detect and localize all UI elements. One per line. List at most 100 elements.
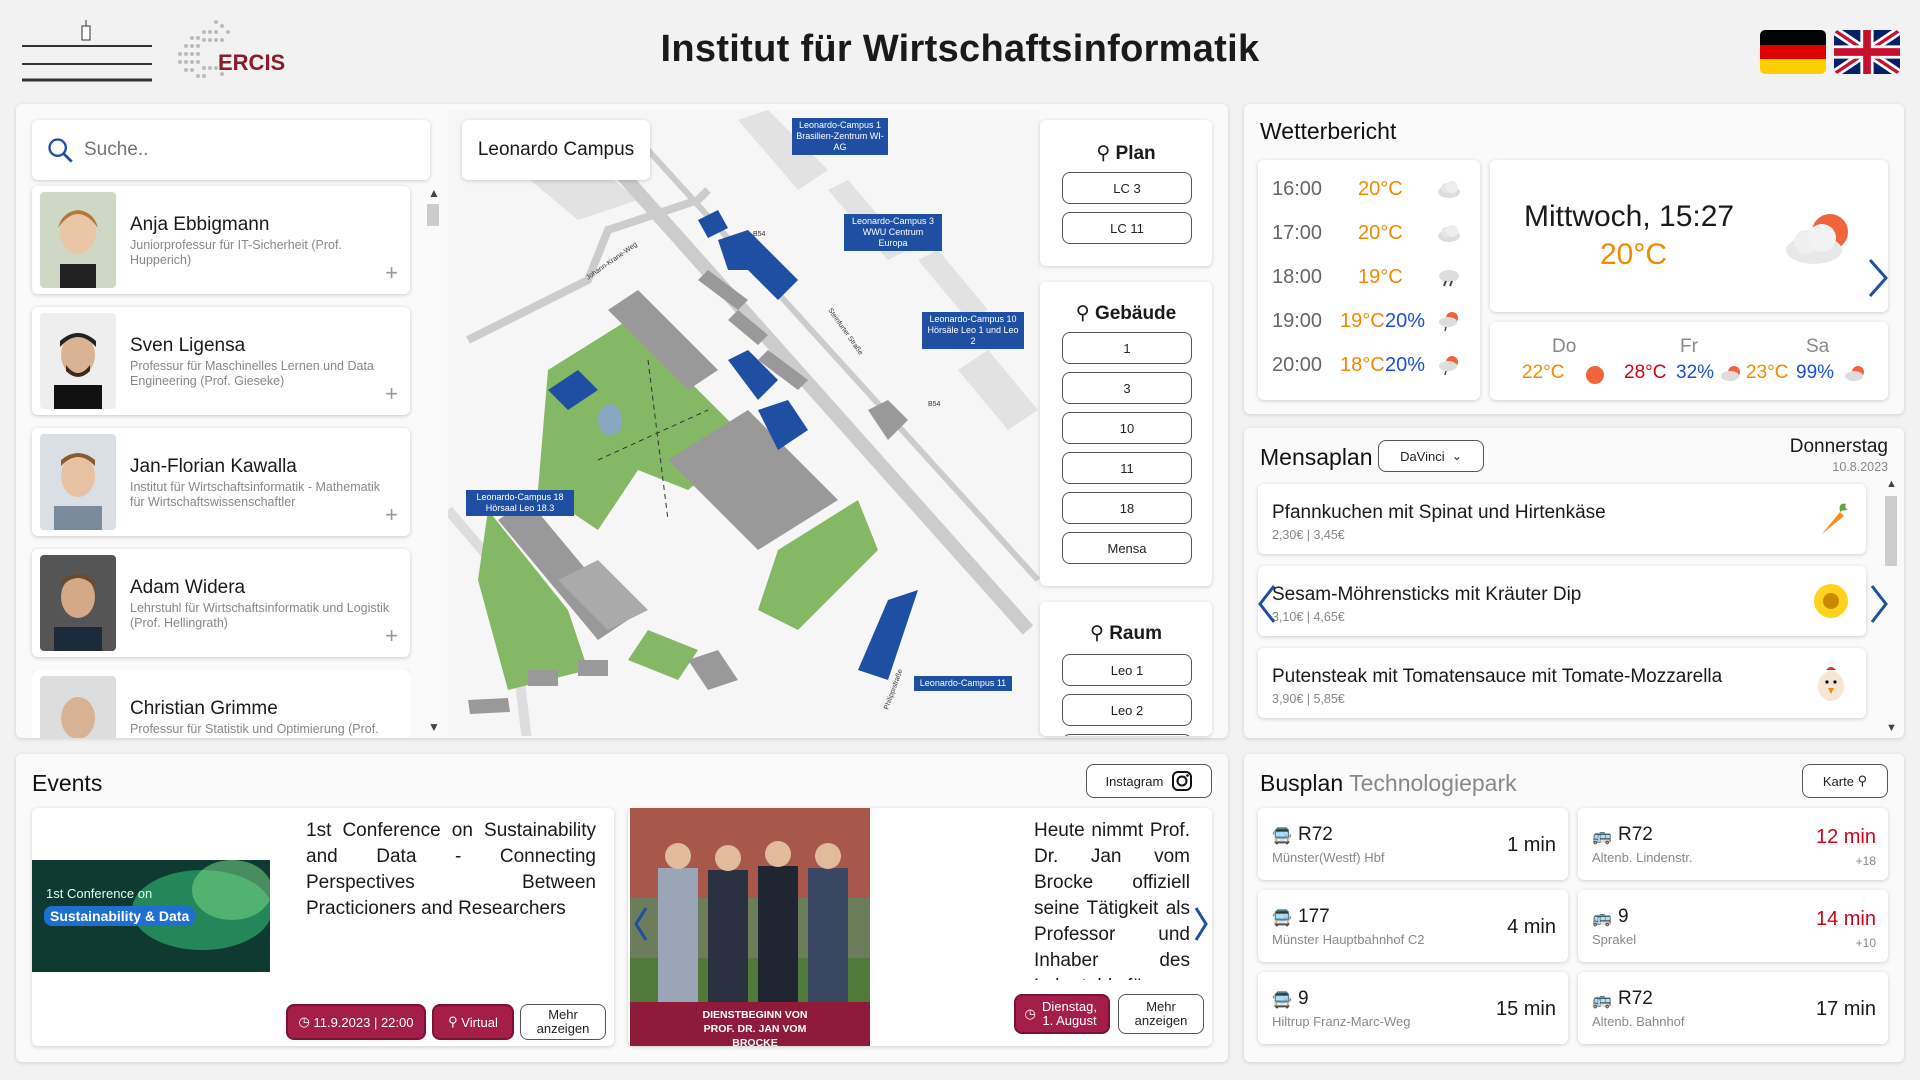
bus-stop: Altenb. Bahnhof [1592,1014,1685,1029]
person-card[interactable]: Christian Grimme Professur für Statistik… [32,670,410,738]
day-label: Fr [1680,336,1698,357]
room-title: ⚲ Raum [1090,623,1162,644]
meal-card[interactable]: Sesam-Möhrensticks mit Kräuter Dip 3,10€… [1258,566,1866,636]
bus-time: 12 min [1815,826,1876,848]
event-more-button[interactable]: Mehr anzeigen [1118,994,1204,1034]
person-card[interactable]: Sven Ligensa Professur für Maschinelles … [32,307,410,415]
event-card[interactable]: 1st Conference on Sustainability & Data … [32,808,614,1046]
room-option[interactable]: Leo 2 [1062,694,1192,726]
day-temp: 23°C [1746,362,1789,383]
bus-line: 9 [1298,988,1309,1009]
search-input[interactable] [84,136,404,164]
search-icon: ⚲ [1096,143,1111,164]
search-icon: ⚲ [1075,303,1090,324]
mensa-prev-button[interactable] [1256,582,1278,626]
instagram-label: Instagram [1105,773,1164,789]
bus-icon: 🚌 [1592,910,1612,927]
person-name: Anja Ebbigmann [130,214,270,235]
people-scrollbar[interactable]: ▲ ▼ [426,186,440,738]
bus-line: R72 [1618,824,1653,845]
cloud-icon [1438,181,1460,198]
person-card[interactable]: Anja Ebbigmann Juniorprofessur für IT-Si… [32,186,410,294]
street-label: B54 [928,401,941,408]
bus-time: 1 min [1507,834,1556,856]
person-name: Jan-Florian Kawalla [130,456,297,477]
building-option[interactable]: Mensa [1062,532,1192,564]
chevron-left-icon [1258,585,1276,623]
temp: 19°C [1340,310,1385,332]
bus-time: 4 min [1507,916,1556,938]
map-label-lc1[interactable]: Leonardo-Campus 1 Brasilien-Zentrum WI-A… [792,118,888,155]
bus-departure: 🚌 9 Sprakel 14 min +10 [1578,890,1888,962]
person-card[interactable]: Adam Widera Lehrstuhl für Wirtschaftsinf… [32,549,410,657]
map-campus-label: Leonardo Campus [462,120,650,180]
room-option[interactable]: Leo 1 [1062,654,1192,686]
mensa-scrollbar[interactable]: ▲ ▼ [1884,478,1898,738]
instagram-button[interactable]: Instagram [1086,764,1212,798]
building-option[interactable]: 3 [1062,372,1192,404]
bus-title: Busplan Technologiepark [1260,770,1517,797]
building-option[interactable]: 1 [1062,332,1192,364]
person-card[interactable]: Jan-Florian Kawalla Institut für Wirtsch… [32,428,410,536]
avatar [40,313,116,409]
person-role: Institut für Wirtschaftsinformatik - Mat… [130,480,381,509]
campus-map[interactable]: Johann-Krane-Weg Steinfurter Straße Phil… [448,110,1040,736]
event-more-button[interactable]: Mehr anzeigen [520,1004,606,1040]
events-next-button[interactable] [1192,904,1210,944]
hour: 20:00 [1272,354,1323,376]
map-label-lc3[interactable]: Leonardo-Campus 3 WWU Centrum Europa [844,214,942,251]
flag-uk-icon[interactable] [1834,30,1900,74]
avatar [40,434,116,530]
building-option[interactable]: 10 [1062,412,1192,444]
bus-delay: +10 [1855,936,1876,950]
flag-de-icon[interactable] [1760,30,1826,74]
events-prev-button[interactable] [632,904,650,944]
day-temp: 22°C [1522,362,1565,383]
event-card[interactable]: DIENSTBEGINN VON PROF. DR. JAN VOM BROCK… [628,808,1212,1046]
location-pin-icon: ⚲ [448,1014,458,1029]
bus-stop: Münster Hauptbahnhof C2 [1272,932,1425,947]
building-option[interactable]: 11 [1062,452,1192,484]
person-role: Lehrstuhl für Wirtschaftsinformatik und … [130,601,390,630]
weather-next-button[interactable] [1866,256,1890,300]
poster-caption: DIENSTBEGINN VON PROF. DR. JAN VOM BROCK… [702,1009,808,1046]
map-label-lc18[interactable]: Leonardo-Campus 18 Hörsaal Leo 18.3 [466,490,574,516]
bus-stop: Altenb. Lindenstr. [1592,850,1693,865]
people-list-clip: Christian Grimme Professur für Statistik… [32,670,410,738]
meal-card[interactable]: Pfannkuchen mit Spinat und Hirtenkäse 2,… [1258,484,1866,554]
expand-icon[interactable]: + [385,502,398,528]
search-icon: ⚲ [1090,623,1104,644]
mensa-day: Donnerstag [1789,436,1888,457]
map-label-lc11[interactable]: Leonardo-Campus 11 [914,676,1012,691]
plan-option[interactable]: LC 11 [1062,212,1192,244]
avatar [40,192,116,288]
temp: 19°C [1358,266,1403,288]
bus-departure: 🚌 R72 Altenb. Bahnhof 17 min [1578,972,1888,1044]
search-box[interactable] [32,120,430,180]
expand-icon[interactable]: + [385,381,398,407]
hourly-row: 18:00 19°C [1272,266,1462,296]
sun-rain-icon [1721,366,1740,381]
bus-subtitle: Technologiepark [1349,770,1517,796]
bus-stop: Hiltrup Franz-Marc-Weg [1272,1014,1411,1029]
expand-icon[interactable]: + [385,260,398,286]
weather-title: Wetterbericht [1260,118,1397,144]
sun-rain-icon [1845,366,1864,381]
bus-title-text: Busplan [1260,770,1344,796]
room-option[interactable] [1062,734,1192,736]
daily-forecast: Do 22°C Fr 28°C 32% Sa 23°C 99% [1490,322,1888,400]
plan-option[interactable]: LC 3 [1062,172,1192,204]
expand-icon[interactable]: + [385,623,398,649]
meal-card[interactable]: Putensteak mit Tomatensauce mit Tomate-M… [1258,648,1866,718]
event-poster: DIENSTBEGINN VON PROF. DR. JAN VOM BROCK… [630,808,870,1046]
map-label-lc10[interactable]: Leonardo-Campus 10 Hörsäle Leo 1 und Leo… [922,312,1024,349]
building-option[interactable]: 18 [1062,492,1192,524]
bus-map-button[interactable]: Karte ⚲ [1802,764,1888,798]
day-label: Sa [1806,336,1830,357]
hourly-row: 19:00 19°C 20% [1272,310,1462,340]
avatar [40,555,116,651]
chevron-down-icon: ⌄ [1451,449,1462,463]
person-name: Adam Widera [130,577,246,598]
mensa-select[interactable]: DaVinci ⌄ [1378,440,1484,472]
bus-delay: +18 [1855,854,1876,868]
